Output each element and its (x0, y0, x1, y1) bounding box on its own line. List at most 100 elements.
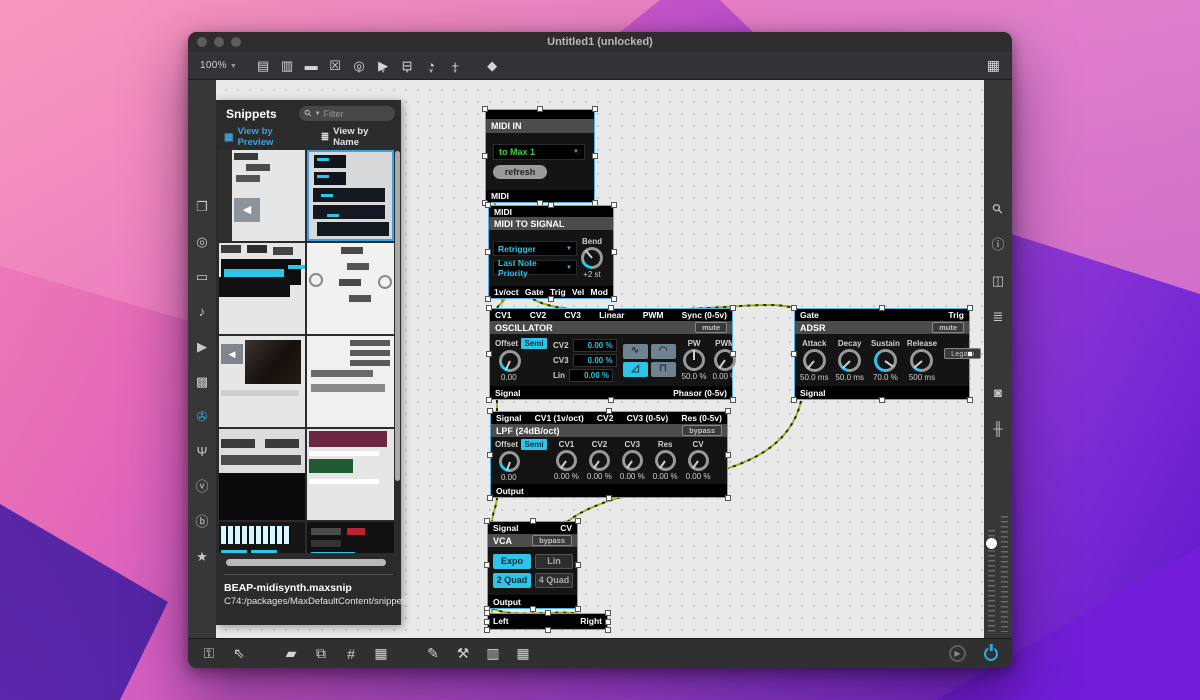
lpf-semi-toggle[interactable]: Semi (521, 439, 547, 450)
snapshot-icon[interactable]: ◙ (994, 386, 1002, 400)
toggle-icon[interactable]: ☒ (324, 56, 346, 76)
selection-handle[interactable] (485, 249, 491, 255)
button-icon[interactable]: ▶▼ (372, 56, 394, 76)
module-stereo-out[interactable]: Left Right (487, 613, 608, 630)
retrigger-dropdown[interactable]: Retrigger▼ (493, 241, 577, 256)
snippet-thumbnail[interactable] (307, 522, 394, 553)
matrix-icon[interactable]: ▦ (508, 645, 538, 662)
gain-slider[interactable] (988, 516, 1008, 632)
selection-handle[interactable] (725, 495, 731, 501)
selection-handle[interactable] (730, 397, 736, 403)
max-for-live-icon[interactable]: ▭ (196, 270, 208, 284)
comment-icon[interactable]: ▬ (300, 56, 322, 76)
module-lpf[interactable]: Signal CV1 (1v/oct) CV2 CV3 (0-5v) Res (… (490, 411, 728, 498)
add-object-icon[interactable]: +▼ (444, 56, 466, 76)
selection-handle[interactable] (967, 305, 973, 311)
snippet-thumbnail[interactable] (307, 243, 394, 334)
mixer-icon[interactable]: ╫ (993, 422, 1002, 436)
inspector-icon[interactable]: ⓘ (991, 238, 1004, 252)
bend-knob[interactable] (581, 247, 603, 269)
cv2-value[interactable]: 0.00 % (573, 339, 617, 352)
selection-handle[interactable] (530, 518, 536, 524)
legato-button[interactable]: Legato (944, 348, 981, 359)
vca-4quad-button[interactable]: 4 Quad (535, 573, 573, 588)
module-oscillator[interactable]: CV1 CV2 CV3 Linear PWM Sync (0-5v) OSCIL… (489, 308, 733, 400)
selection-handle[interactable] (486, 305, 492, 311)
plugins-icon[interactable]: Ψ (197, 445, 208, 459)
selection-handle[interactable] (611, 249, 617, 255)
snippets-vertical-scrollbar[interactable] (395, 151, 400, 481)
selection-handle[interactable] (484, 562, 490, 568)
selection-handle[interactable] (545, 627, 551, 633)
selection-handle[interactable] (484, 619, 490, 625)
tools-icon[interactable]: ⚒ (448, 645, 478, 662)
selection-handle[interactable] (575, 606, 581, 612)
vca-lin-button[interactable]: Lin (535, 554, 573, 569)
selection-handle[interactable] (611, 296, 617, 302)
module-adsr[interactable]: Gate Trig ADSRmute Attack 50.0 ms Decay (794, 308, 970, 400)
snippet-thumbnail[interactable] (307, 336, 394, 427)
module-midi-to-signal[interactable]: MIDI MIDI TO SIGNAL Retrigger▼ Last Note… (488, 205, 614, 299)
selection-handle[interactable] (592, 106, 598, 112)
number-box-icon[interactable]: ◎▼ (348, 56, 370, 76)
note-priority-dropdown[interactable]: Last Note Priority▼ (493, 260, 577, 275)
snippet-thumbnail[interactable] (219, 243, 305, 334)
selection-handle[interactable] (487, 495, 493, 501)
vca-2quad-button[interactable]: 2 Quad (493, 573, 531, 588)
snippet-thumbnail[interactable] (219, 522, 305, 553)
selection-handle[interactable] (606, 495, 612, 501)
selection-handle[interactable] (725, 408, 731, 414)
sustain-knob[interactable] (874, 349, 897, 372)
selection-handle[interactable] (967, 351, 973, 357)
dial-icon[interactable]: ◔▼ (420, 56, 442, 76)
selection-handle[interactable] (791, 397, 797, 403)
vca-expo-button[interactable]: Expo (493, 554, 531, 569)
module-vca[interactable]: Signal CV VCAbypass Expo Lin 2 Quad 4 Qu… (487, 521, 578, 609)
selection-handle[interactable] (485, 296, 491, 302)
audio-power-icon[interactable] (984, 647, 998, 661)
selection-handle[interactable] (484, 627, 490, 633)
gain-slider-knob[interactable] (986, 538, 997, 549)
zoom-level-select[interactable]: 100% ▼ (200, 60, 237, 71)
snippet-thumbnail[interactable]: ◀ (219, 336, 305, 427)
keyboard-icon[interactable]: ▥ (478, 645, 508, 662)
snippets-filter[interactable]: ⚲▼ (299, 106, 395, 121)
beap-icon[interactable]: ⓑ (195, 515, 208, 529)
console-icon[interactable]: ≣ (993, 310, 1004, 324)
slider-icon[interactable]: ⊟▼ (396, 56, 418, 76)
osc-mute-button[interactable]: mute (695, 322, 727, 333)
lpf-cv1-knob[interactable] (556, 450, 577, 471)
selection-handle[interactable] (791, 351, 797, 357)
run-indicator-icon[interactable]: ▶ (949, 645, 966, 662)
selection-handle[interactable] (606, 408, 612, 414)
snippet-thumbnail[interactable]: ◀ (219, 150, 305, 241)
vca-bypass-button[interactable]: bypass (532, 535, 572, 546)
selection-handle[interactable] (485, 202, 491, 208)
presentation-icon[interactable]: ▰ (276, 645, 306, 662)
wave-sine-button[interactable]: ∿ (623, 344, 648, 359)
snippets-horizontal-scrollbar[interactable] (226, 559, 386, 566)
selection-handle[interactable] (486, 397, 492, 403)
lpf-res-knob[interactable] (655, 450, 676, 471)
patcher-grid-icon[interactable]: ▦ (987, 57, 1000, 74)
wave-triangle-button[interactable]: ◠ (651, 344, 676, 359)
selection-handle[interactable] (879, 305, 885, 311)
snippets-icon[interactable]: ✇ (197, 410, 208, 424)
tab-view-by-name[interactable]: ≣View by Name (321, 126, 393, 148)
lpf-bypass-button[interactable]: bypass (682, 425, 722, 436)
semi-toggle[interactable]: Semi (521, 338, 547, 349)
paint-bucket-icon[interactable]: ◆ (481, 56, 503, 76)
selection-handle[interactable] (484, 518, 490, 524)
audio-icon[interactable]: ◎ (196, 235, 207, 249)
refresh-button[interactable]: refresh (493, 165, 547, 179)
selection-handle[interactable] (725, 452, 731, 458)
selection-handle[interactable] (482, 106, 488, 112)
selection-handle[interactable] (605, 619, 611, 625)
selection-handle[interactable] (575, 562, 581, 568)
selection-handle[interactable] (605, 627, 611, 633)
lpf-cv2-knob[interactable] (589, 450, 610, 471)
release-knob[interactable] (910, 349, 933, 372)
selection-handle[interactable] (486, 351, 492, 357)
selection-handle[interactable] (575, 518, 581, 524)
selection-handle[interactable] (487, 452, 493, 458)
